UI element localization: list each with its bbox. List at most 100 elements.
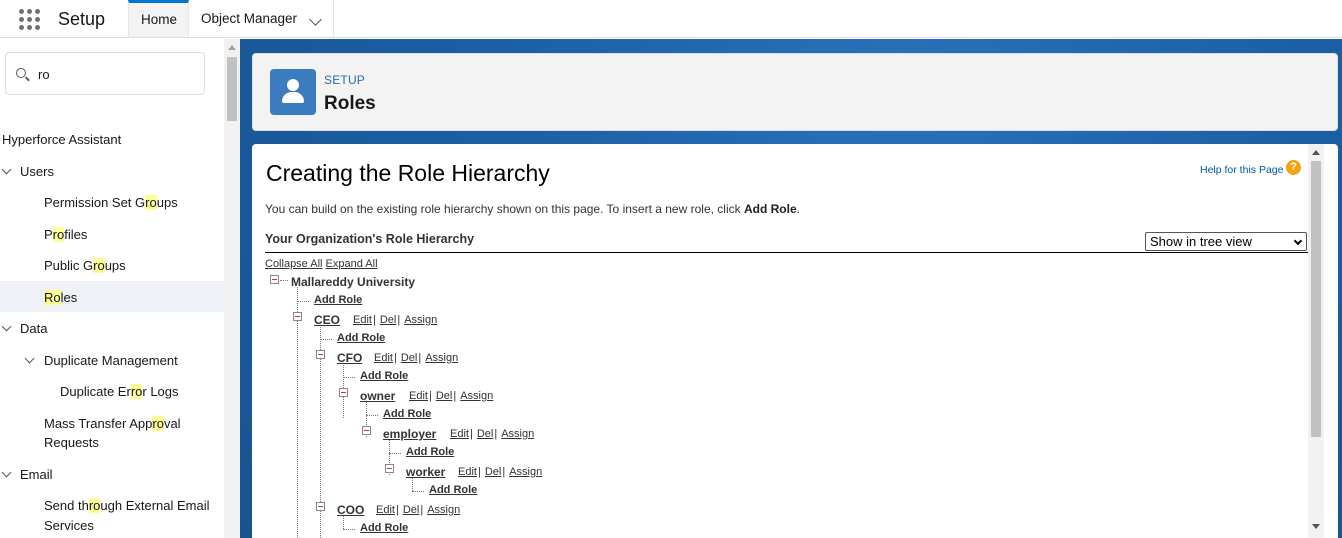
sidebar-item-label: Users <box>20 164 54 179</box>
sidebar-item-send-through-external-email-services[interactable]: Send through External Email Services <box>0 496 224 536</box>
tree-connector <box>343 377 355 378</box>
help-for-this-page-link[interactable]: Help for this Page <box>1200 164 1283 176</box>
scroll-up-arrow-icon[interactable] <box>228 45 236 50</box>
sidebar-item-label: Duplicate Management <box>44 353 178 368</box>
sidebar-scrollbar[interactable] <box>224 39 240 538</box>
delete-link[interactable]: Del <box>380 314 397 326</box>
sidebar-item-label: Data <box>20 321 48 336</box>
collapse-toggle-icon[interactable] <box>316 350 325 359</box>
add-role-link[interactable]: Add Role <box>314 294 362 306</box>
collapse-toggle-icon[interactable] <box>316 502 325 511</box>
add-role-link[interactable]: Add Role <box>360 522 408 534</box>
chevron-down-icon[interactable] <box>1 467 12 478</box>
sidebar-item-profiles[interactable]: Profiles <box>0 225 224 245</box>
view-mode-select[interactable]: Show in tree view <box>1145 232 1307 251</box>
section-heading: Creating the Role Hierarchy <box>266 160 550 186</box>
collapse-toggle-icon[interactable] <box>362 426 371 435</box>
edit-link[interactable]: Edit <box>376 504 395 516</box>
chevron-down-icon[interactable] <box>24 353 35 364</box>
delete-link[interactable]: Del <box>436 390 453 402</box>
sidebar-item-permission-set-groups[interactable]: Permission Set Groups <box>0 193 224 213</box>
tree-connector <box>366 415 378 416</box>
sidebar-item-roles[interactable]: Roles <box>0 281 224 312</box>
global-header: Setup Home Object Manager <box>0 0 1342 38</box>
sidebar-item-mass-transfer-approval-requests[interactable]: Mass Transfer Approval Requests <box>0 414 224 454</box>
scrollbar-thumb[interactable] <box>1311 161 1321 437</box>
role-hierarchy-content: Creating the Role Hierarchy Help for thi… <box>252 144 1308 538</box>
role-actions: Edit| Del| Assign <box>376 504 461 516</box>
sidebar-item-hyperforce-assistant[interactable]: Hyperforce Assistant <box>0 130 224 150</box>
chevron-down-icon[interactable] <box>1 321 12 332</box>
add-role-link[interactable]: Add Role <box>337 332 385 344</box>
sidebar-item-email[interactable]: Email <box>0 465 224 485</box>
tree-connector <box>280 280 288 281</box>
scroll-down-arrow-icon[interactable] <box>1312 524 1320 529</box>
edit-link[interactable]: Edit <box>374 352 393 364</box>
sidebar-item-users[interactable]: Users <box>0 162 224 182</box>
collapse-toggle-icon[interactable] <box>385 464 394 473</box>
sidebar-item-label-line2: Services <box>44 518 94 533</box>
edit-link[interactable]: Edit <box>353 314 372 326</box>
collapse-toggle-icon[interactable] <box>293 312 302 321</box>
add-role-link[interactable]: Add Role <box>383 408 431 420</box>
hierarchy-section-title: Your Organization's Role Hierarchy <box>265 232 475 246</box>
page-header: SETUP Roles <box>252 53 1338 131</box>
sidebar-item-label: Send through External Email <box>44 498 210 513</box>
sidebar-item-public-groups[interactable]: Public Groups <box>0 256 224 276</box>
add-role-link[interactable]: Add Role <box>406 446 454 458</box>
role-actions: Edit| Del| Assign <box>353 314 438 326</box>
assign-link[interactable]: Assign <box>501 428 534 440</box>
role-hierarchy-panel: Creating the Role Hierarchy Help for thi… <box>252 144 1338 538</box>
tree-connector <box>412 491 424 492</box>
scrollbar-thumb[interactable] <box>227 57 237 121</box>
sidebar-item-data[interactable]: Data <box>0 319 224 339</box>
assign-link[interactable]: Assign <box>404 314 437 326</box>
assign-link[interactable]: Assign <box>425 352 458 364</box>
assign-link[interactable]: Assign <box>460 390 493 402</box>
delete-link[interactable]: Del <box>477 428 494 440</box>
chevron-down-icon[interactable] <box>309 13 322 26</box>
assign-link[interactable]: Assign <box>509 466 542 478</box>
collapse-toggle-icon[interactable] <box>270 275 279 284</box>
scroll-up-arrow-icon[interactable] <box>1312 150 1320 155</box>
delete-link[interactable]: Del <box>403 504 420 516</box>
sidebar-item-duplicate-management[interactable]: Duplicate Management <box>0 351 224 371</box>
tree-connector <box>343 529 355 530</box>
sidebar-item-label: Hyperforce Assistant <box>2 132 122 147</box>
role-actions: Edit| Del| Assign <box>450 428 535 440</box>
tab-home[interactable]: Home <box>128 0 189 37</box>
sidebar-item-duplicate-error-logs[interactable]: Duplicate Error Logs <box>0 382 224 402</box>
role-link-worker[interactable]: worker <box>406 465 445 479</box>
role-link-ceo[interactable]: CEO <box>314 313 340 327</box>
role-link-cfo[interactable]: CFO <box>337 351 362 365</box>
page-eyebrow: SETUP <box>324 73 366 87</box>
add-role-link[interactable]: Add Role <box>429 484 477 496</box>
edit-link[interactable]: Edit <box>409 390 428 402</box>
add-role-link[interactable]: Add Role <box>360 370 408 382</box>
collapse-toggle-icon[interactable] <box>339 388 348 397</box>
assign-link[interactable]: Assign <box>427 504 460 516</box>
delete-link[interactable]: Del <box>401 352 418 364</box>
edit-link[interactable]: Edit <box>458 466 477 478</box>
quick-find-input[interactable] <box>38 65 198 83</box>
quick-find-box[interactable] <box>5 52 205 95</box>
expand-all-link[interactable]: Expand All <box>326 258 378 270</box>
role-actions: Edit| Del| Assign <box>458 466 543 478</box>
content-scrollbar[interactable] <box>1308 144 1324 538</box>
role-link-coo[interactable]: COO <box>337 503 364 517</box>
help-icon[interactable]: ? <box>1286 160 1301 175</box>
app-launcher-icon[interactable] <box>19 9 41 31</box>
tree-connector <box>389 453 401 454</box>
delete-link[interactable]: Del <box>485 466 502 478</box>
chevron-down-icon[interactable] <box>1 164 12 175</box>
main-content: SETUP Roles Creating the Role Hierarchy … <box>240 39 1342 538</box>
setup-sidebar: Hyperforce Assistant Users Permission Se… <box>0 39 224 538</box>
role-link-owner[interactable]: owner <box>360 389 395 403</box>
role-actions: Edit| Del| Assign <box>374 352 459 364</box>
collapse-all-link[interactable]: Collapse All <box>265 258 322 270</box>
sidebar-item-label: Email <box>20 467 53 482</box>
edit-link[interactable]: Edit <box>450 428 469 440</box>
search-icon <box>16 68 26 78</box>
tab-object-manager[interactable]: Object Manager <box>189 0 334 37</box>
role-link-employer[interactable]: employer <box>383 427 436 441</box>
